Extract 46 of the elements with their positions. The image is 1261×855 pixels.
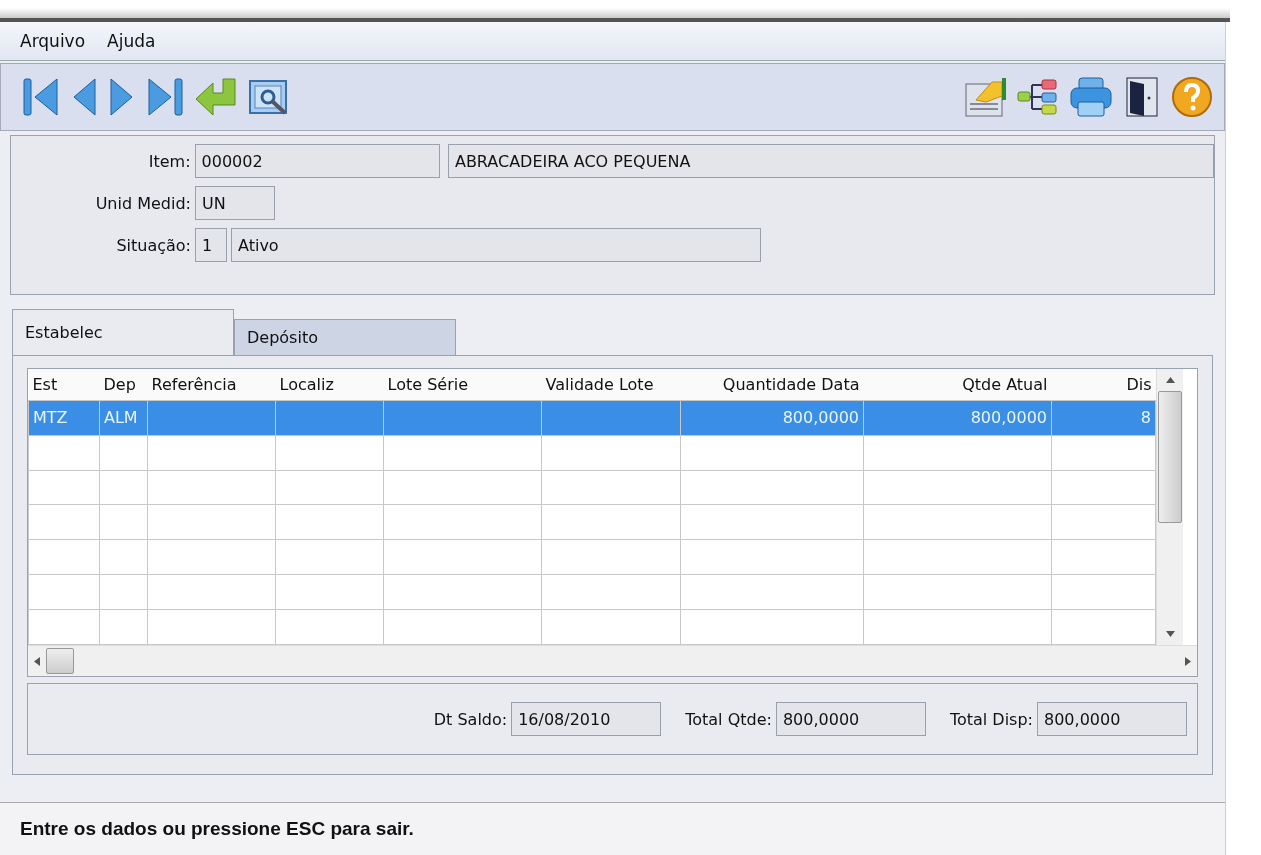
column-header[interactable]: Dep (99, 369, 148, 401)
field-label: Situação: (115, 235, 191, 255)
column-header[interactable]: Qtde Atual (863, 369, 1052, 401)
last-record-icon[interactable] (145, 75, 185, 119)
field-label: Unid Medid: (94, 193, 191, 213)
input-field[interactable]: 1 (195, 228, 227, 262)
input-field[interactable]: 000002 (194, 144, 440, 178)
menu-item[interactable]: Ajuda (107, 31, 156, 51)
input-field[interactable]: 800,0000 (1037, 702, 1187, 736)
vertical-scrollbar[interactable] (1156, 369, 1183, 645)
input-field[interactable]: 16/08/2010 (511, 702, 662, 736)
column-header[interactable]: Validade Lote (541, 369, 681, 401)
field-label: Item: (147, 151, 191, 171)
scroll-thumb[interactable] (46, 648, 74, 674)
field-label: Total Disp: (949, 709, 1033, 729)
first-record-icon[interactable] (21, 75, 61, 119)
printer-icon[interactable] (1068, 75, 1114, 119)
table-cell: 800,0000 (970, 408, 1047, 428)
column-header[interactable]: Est (28, 369, 100, 401)
status-text: Entre os dados ou pressione ESC para sair. (20, 818, 414, 840)
table-cell: 800,0000 (782, 408, 859, 428)
tab[interactable]: Depósito (234, 319, 456, 355)
table-cell: 8 (1140, 408, 1151, 428)
help-icon[interactable] (1170, 75, 1214, 119)
column-header[interactable]: Lote Série (383, 369, 542, 401)
field-label: Total Qtde: (685, 709, 772, 729)
scroll-left-icon[interactable] (34, 656, 40, 666)
scroll-down-icon[interactable] (1165, 631, 1175, 637)
scroll-thumb[interactable] (1158, 391, 1182, 523)
menu-item[interactable]: Arquivo (20, 31, 86, 51)
table-cell: ALM (104, 408, 138, 428)
scroll-up-icon[interactable] (1165, 377, 1175, 383)
field-label: Dt Saldo: (433, 709, 508, 729)
tab[interactable]: Estabelec (12, 309, 234, 355)
scroll-right-icon[interactable] (1185, 656, 1191, 666)
table-cell: MTZ (33, 408, 68, 428)
input-field[interactable]: 800,0000 (775, 702, 926, 736)
input-field[interactable]: UN (195, 186, 275, 220)
return-arrow-icon[interactable] (193, 75, 239, 119)
column-header[interactable]: Quantidade Data (680, 369, 864, 401)
column-header[interactable]: Referência (147, 369, 276, 401)
input-field[interactable]: ABRACADEIRA ACO PEQUENA (447, 144, 1214, 178)
input-field[interactable]: Ativo (231, 228, 761, 262)
column-header[interactable]: Localiz (275, 369, 384, 401)
horizontal-scrollbar[interactable] (28, 645, 1197, 676)
column-header[interactable]: Dis (1051, 369, 1156, 401)
